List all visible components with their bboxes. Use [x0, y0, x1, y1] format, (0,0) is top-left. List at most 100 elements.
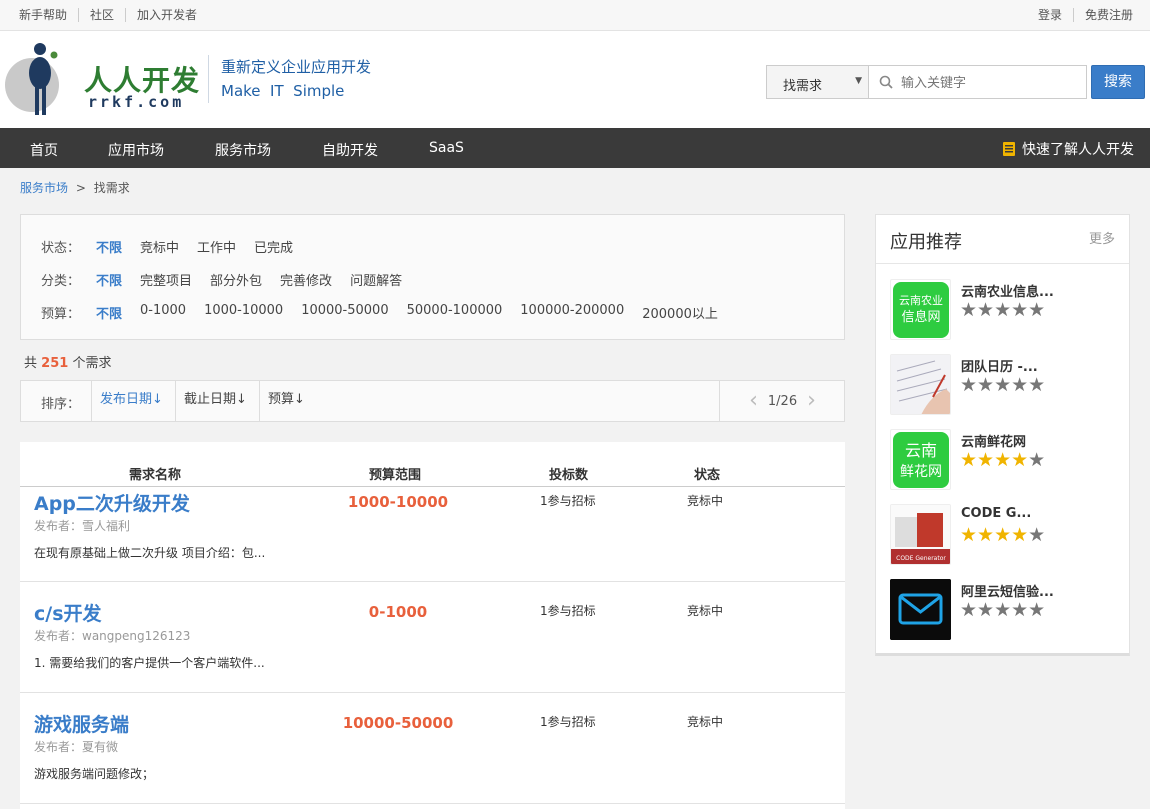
filter-category-label: 分类：	[41, 274, 81, 289]
filter-budget-10000-50000[interactable]: 10000-50000	[301, 303, 388, 322]
filter-category-any[interactable]: 不限	[96, 270, 122, 289]
col-name-header: 需求名称	[129, 468, 182, 483]
search-type-select[interactable]: 找需求 ▼	[766, 65, 869, 99]
slogan-line-2: Make IT Simple	[221, 82, 345, 100]
app-thumbnail: 云南农业 信息网	[890, 279, 951, 340]
app-item[interactable]: 云南 鲜花网 云南鲜花网 ★★★★★	[890, 429, 1120, 491]
slogan: 重新定义企业应用开发 Make IT Simple	[208, 55, 371, 103]
filter-panel: 状态： 不限 竞标中 工作中 已完成 分类： 不限 完整项目 部分外包 完善修改…	[20, 214, 845, 340]
app-item[interactable]: CODE Generator CODE G... ★★★★★	[890, 504, 1120, 566]
count-prefix: 共	[24, 356, 38, 371]
demand-bids: 1参与招标	[540, 715, 596, 729]
main-nav: 首页 应用市场 服务市场 自助开发 SaaS 快速了解人人开发	[0, 128, 1150, 168]
app-item[interactable]: 云南农业 信息网 云南农业信息... ★★★★★	[890, 279, 1120, 341]
search-input[interactable]	[901, 73, 1076, 93]
demand-description: 在现有原基础上做二次升级 项目介绍：包...	[34, 546, 266, 560]
demand-title[interactable]: c/s开发	[34, 599, 102, 626]
table-row: c/s开发 发布者：wangpeng126123 1. 需要给我们的客户提供一个…	[20, 582, 845, 693]
nav-saas[interactable]: SaaS	[429, 140, 464, 156]
filter-budget-0-1000[interactable]: 0-1000	[140, 303, 186, 322]
filter-category-qa[interactable]: 问题解答	[350, 270, 402, 289]
demand-bids: 1参与招标	[540, 604, 596, 618]
filter-budget-200000-plus[interactable]: 200000以上	[642, 303, 718, 322]
result-count: 共 251 个需求	[24, 352, 111, 371]
top-utility-bar: 新手帮助 社区 加入开发者 登录 免费注册	[0, 0, 1150, 31]
page-indicator: 1/26	[767, 393, 798, 409]
filter-category-improve[interactable]: 完善修改	[280, 270, 332, 289]
app-name: CODE G...	[961, 506, 1032, 521]
filter-status-working[interactable]: 工作中	[197, 237, 236, 256]
filter-row-status: 状态： 不限 竞标中 工作中 已完成	[41, 237, 311, 256]
breadcrumb-service-market[interactable]: 服务市场	[20, 181, 68, 195]
chevron-down-icon: ▼	[855, 76, 862, 86]
rating-stars: ★★★★★	[960, 449, 1046, 471]
nav-service-market[interactable]: 服务市场	[215, 140, 271, 160]
topbar-left-links: 新手帮助 社区 加入开发者	[8, 8, 208, 22]
filter-budget-50000-100000[interactable]: 50000-100000	[407, 303, 503, 322]
app-item[interactable]: 团队日历 -... ★★★★★	[890, 354, 1120, 416]
app-thumbnail	[890, 579, 951, 640]
sort-bar: 排序： 发布日期↓ 截止日期↓ 预算↓ ‹ 1/26 ›	[20, 380, 845, 422]
demand-title[interactable]: 游戏服务端	[34, 710, 129, 737]
app-thumbnail: 云南 鲜花网	[890, 429, 951, 490]
filter-status-bidding[interactable]: 竞标中	[140, 237, 179, 256]
demand-status: 竞标中	[687, 715, 724, 729]
topbar-right-links: 登录 免费注册	[1027, 8, 1144, 22]
login-link[interactable]: 登录	[1027, 8, 1073, 22]
app-name: 团队日历 -...	[961, 360, 1038, 375]
sort-by-budget[interactable]: 预算↓	[259, 381, 313, 421]
demand-list: 需求名称 预算范围 投标数 状态 App二次升级开发 发布者：雪人福利 在现有原…	[20, 442, 845, 809]
logo-figure-icon	[5, 43, 59, 115]
join-developer-link[interactable]: 加入开发者	[125, 8, 208, 22]
nav-self-develop[interactable]: 自助开发	[322, 140, 378, 160]
filter-category-partial[interactable]: 部分外包	[210, 270, 262, 289]
demand-status: 竞标中	[687, 604, 724, 618]
demand-title[interactable]: App二次升级开发	[34, 489, 190, 516]
filter-category-full[interactable]: 完整项目	[140, 270, 192, 289]
table-row: App二次升级开发 发布者：雪人福利 在现有原基础上做二次升级 项目介绍：包..…	[20, 487, 845, 582]
app-logo-icon: 云南农业 信息网	[893, 282, 949, 338]
mail-icon	[890, 579, 951, 640]
app-logo-lettering: 信息网	[901, 309, 940, 325]
next-page-icon[interactable]: ›	[807, 390, 816, 412]
search-icon	[879, 75, 893, 89]
sort-publish-label: 发布日期	[100, 392, 153, 407]
search-button[interactable]: 搜索	[1091, 65, 1145, 99]
community-link[interactable]: 社区	[78, 8, 125, 22]
help-link[interactable]: 新手帮助	[8, 8, 78, 22]
search-type-value: 找需求	[783, 79, 823, 94]
count-suffix: 个需求	[72, 356, 112, 371]
filter-row-category: 分类： 不限 完整项目 部分外包 完善修改 问题解答	[41, 270, 420, 289]
arrow-down-icon: ↓	[152, 392, 163, 407]
quick-intro-label: 快速了解人人开发	[1022, 142, 1134, 158]
demand-description: 1. 需要给我们的客户提供一个客户端软件...	[34, 656, 265, 670]
filter-status-any[interactable]: 不限	[96, 237, 122, 256]
search-input-box[interactable]	[869, 65, 1087, 99]
filter-budget-any[interactable]: 不限	[96, 303, 122, 322]
more-link[interactable]: 更多	[1089, 228, 1115, 247]
breadcrumb: 服务市场 > 找需求	[20, 179, 130, 196]
app-thumbnail: CODE Generator	[890, 504, 951, 565]
rating-stars: ★★★★★	[960, 524, 1046, 546]
filter-status-done[interactable]: 已完成	[254, 237, 293, 256]
book-icon	[1003, 142, 1015, 156]
prev-page-icon[interactable]: ‹	[749, 390, 758, 412]
arrow-down-icon: ↓	[294, 392, 305, 407]
nav-home[interactable]: 首页	[30, 140, 58, 160]
code-generator-icon: CODE Generator	[891, 505, 950, 564]
nav-app-market[interactable]: 应用市场	[108, 140, 164, 160]
sort-by-deadline[interactable]: 截止日期↓	[175, 381, 255, 421]
rating-stars: ★★★★★	[960, 299, 1046, 321]
quick-intro-link[interactable]: 快速了解人人开发	[1002, 139, 1134, 159]
sort-by-publish-date[interactable]: 发布日期↓	[91, 381, 171, 421]
col-status-header: 状态	[694, 468, 721, 483]
app-thumbnail	[890, 354, 951, 415]
filter-status-label: 状态：	[41, 241, 81, 256]
register-link[interactable]: 免费注册	[1072, 8, 1144, 22]
filter-budget-100000-200000[interactable]: 100000-200000	[520, 303, 624, 322]
filter-budget-1000-10000[interactable]: 1000-10000	[204, 303, 283, 322]
site-logo[interactable]: 人人开发 rrkf.com	[4, 41, 204, 121]
breadcrumb-separator: >	[75, 181, 86, 195]
app-item[interactable]: 阿里云短信验... ★★★★★	[890, 579, 1120, 641]
demand-budget: 10000-50000	[342, 714, 454, 732]
